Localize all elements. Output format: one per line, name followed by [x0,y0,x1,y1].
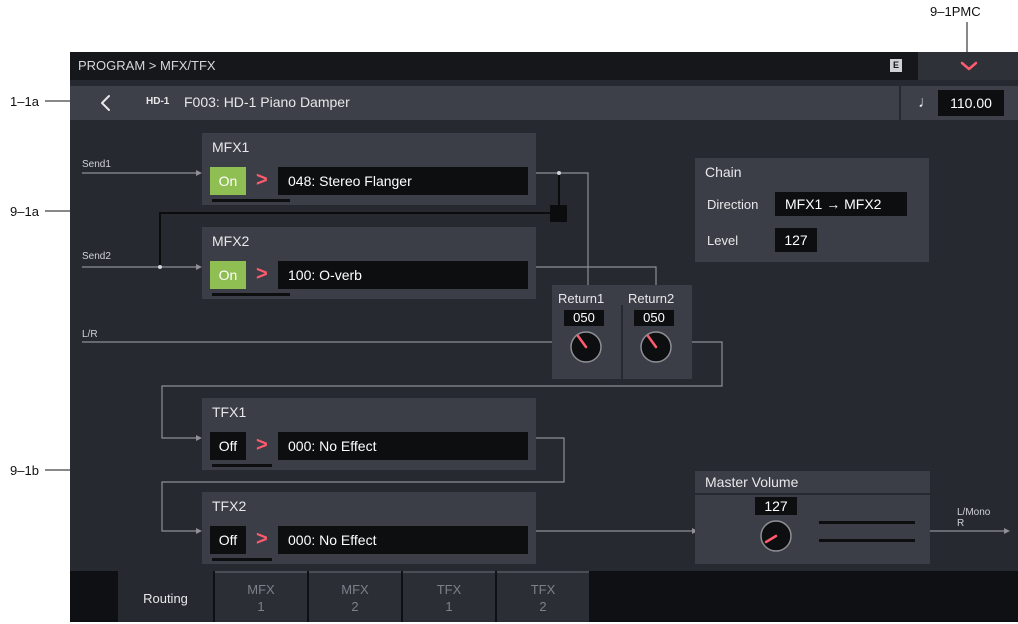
tfx1-level-meter [212,464,272,467]
tab-tfx1-line2: 1 [445,599,453,614]
device-screen: PROGRAM > MFX/TFX E HD-1 F003: HD-1 Pian… [70,52,1018,622]
return2-knob-icon[interactable] [639,330,673,364]
lr-label: L/R [82,329,98,340]
master-volume-panel: Master Volume 127 [695,471,930,564]
tfx1-on-button[interactable]: Off [210,432,246,460]
chain-junction [550,205,567,222]
tfx2-on-button[interactable]: Off [210,526,246,554]
master-volume-title-divider [695,493,930,495]
send1-label: Send1 [82,159,111,170]
tab-tfx1-line1: TFX [436,582,462,597]
tab-tfx1[interactable]: TFX 1 [403,571,495,622]
mfx1-on-button[interactable]: On [210,167,246,195]
tab-tfx2-line2: 2 [539,599,547,614]
tab-mfx2-line1: MFX [341,582,369,597]
mfx2-on-button[interactable]: On [210,261,246,289]
mfx2-select-chevron-icon[interactable]: > [256,260,268,288]
chain-panel: Chain Direction MFX1 → MFX2 Level 127 [695,158,929,262]
tfx2-select-chevron-icon[interactable]: > [256,525,268,553]
chain-title: Chain [705,164,742,180]
chain-direction-value[interactable]: MFX1 → MFX2 [775,192,907,216]
tab-mfx1-line2: 1 [257,599,265,614]
tfx1-select-chevron-icon[interactable]: > [256,431,268,459]
return-divider [621,305,623,379]
return1-knob-icon[interactable] [569,330,603,364]
chain-level-label: Level [707,233,739,248]
return1-value[interactable]: 050 [564,310,604,326]
send2-label: Send2 [82,251,111,262]
mfx2-effect-select[interactable]: 100: O-verb [278,261,528,289]
master-volume-title: Master Volume [705,474,799,490]
output-r-label: R [957,518,965,529]
master-meter-l [819,521,915,524]
mfx1-effect-select[interactable]: 048: Stereo Flanger [278,167,528,195]
tab-routing-label: Routing [143,591,188,606]
tfx1-panel: TFX1 Off > 000: No Effect [202,398,536,470]
tab-mfx1-line1: MFX [247,582,275,597]
return2-label: Return2 [628,291,675,306]
tfx1-title: TFX1 [212,404,247,420]
return1-label: Return1 [558,291,605,306]
return2-value[interactable]: 050 [634,310,674,326]
tab-tfx2[interactable]: TFX 2 [497,571,589,622]
master-volume-value[interactable]: 127 [755,497,797,515]
tab-bar: Routing MFX 1 MFX 2 TFX 1 TFX 2 [70,571,1018,622]
mfx1-panel: MFX1 On > 048: Stereo Flanger [202,133,536,205]
tab-mfx1[interactable]: MFX 1 [215,571,307,622]
chain-direction-label: Direction [707,197,759,212]
mfx2-title: MFX2 [212,233,250,249]
tfx2-panel: TFX2 Off > 000: No Effect [202,492,536,564]
output-l-label: L/Mono [957,507,991,518]
tfx2-effect-select[interactable]: 000: No Effect [278,526,528,554]
tab-mfx2-line2: 2 [351,599,359,614]
tfx1-effect-select[interactable]: 000: No Effect [278,432,528,460]
mfx1-level-meter [212,199,290,202]
tab-routing[interactable]: Routing [118,571,213,622]
mfx1-title: MFX1 [212,139,250,155]
mfx1-select-chevron-icon[interactable]: > [256,166,268,194]
master-meter-r [819,539,915,542]
tab-tfx2-line1: TFX [530,582,556,597]
tfx2-title: TFX2 [212,498,247,514]
master-volume-knob-icon[interactable] [759,519,793,553]
tfx2-level-meter [212,558,272,561]
tab-mfx2[interactable]: MFX 2 [309,571,401,622]
mfx2-level-meter [212,293,290,296]
return-panel: Return1 Return2 050 050 [552,285,692,379]
mfx2-panel: MFX2 On > 100: O-verb [202,227,536,299]
chain-level-value[interactable]: 127 [775,228,817,252]
